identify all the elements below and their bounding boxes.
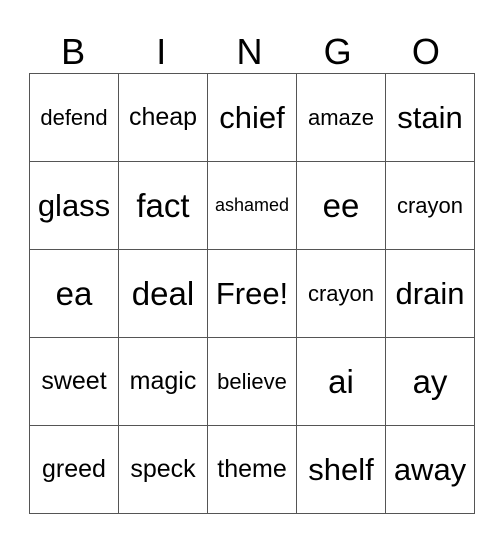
bingo-cell[interactable]: magic bbox=[118, 337, 208, 426]
bingo-cell[interactable]: drain bbox=[385, 249, 475, 338]
header-letter-o: O bbox=[411, 31, 440, 72]
bingo-cell[interactable]: fact bbox=[118, 161, 208, 250]
bingo-cell[interactable]: ai bbox=[296, 337, 386, 426]
bingo-cell[interactable]: ashamed bbox=[207, 161, 297, 250]
bingo-grid: defend cheap chief amaze stain glass fact asham… bbox=[29, 73, 475, 514]
header-letter-g: G bbox=[323, 31, 352, 72]
bingo-row: sweet magic believe ai ay bbox=[29, 337, 475, 426]
bingo-row: glass fact ashamed ee crayon bbox=[29, 161, 475, 250]
bingo-row: ea deal Free! crayon drain bbox=[29, 249, 475, 338]
bingo-cell[interactable]: ay bbox=[385, 337, 475, 426]
bingo-cell[interactable]: ee bbox=[296, 161, 386, 250]
bingo-cell[interactable]: theme bbox=[207, 425, 297, 514]
bingo-cell[interactable]: ea bbox=[29, 249, 119, 338]
bingo-cell[interactable]: sweet bbox=[29, 337, 119, 426]
bingo-row: greed speck theme shelf away bbox=[29, 425, 475, 514]
header-letter-b: B bbox=[61, 31, 86, 72]
bingo-cell[interactable]: defend bbox=[29, 73, 119, 162]
bingo-cell[interactable]: cheap bbox=[118, 73, 208, 162]
bingo-cell[interactable]: glass bbox=[29, 161, 119, 250]
bingo-cell[interactable]: crayon bbox=[385, 161, 475, 250]
bingo-cell[interactable]: speck bbox=[118, 425, 208, 514]
bingo-cell[interactable]: chief bbox=[207, 73, 297, 162]
bingo-cell[interactable]: stain bbox=[385, 73, 475, 162]
bingo-cell[interactable]: shelf bbox=[296, 425, 386, 514]
bingo-cell[interactable]: Free! bbox=[207, 249, 297, 338]
bingo-cell[interactable]: amaze bbox=[296, 73, 386, 162]
bingo-cell[interactable]: greed bbox=[29, 425, 119, 514]
bingo-cell[interactable]: deal bbox=[118, 249, 208, 338]
header-letter-i: I bbox=[156, 31, 167, 72]
bingo-row: defend cheap chief amaze stain bbox=[29, 73, 475, 162]
bingo-cell[interactable]: crayon bbox=[296, 249, 386, 338]
header-letter-n: N bbox=[236, 31, 263, 72]
bingo-cell[interactable]: believe bbox=[207, 337, 297, 426]
bingo-cell[interactable]: away bbox=[385, 425, 475, 514]
bingo-header: B I N G O bbox=[29, 30, 470, 73]
